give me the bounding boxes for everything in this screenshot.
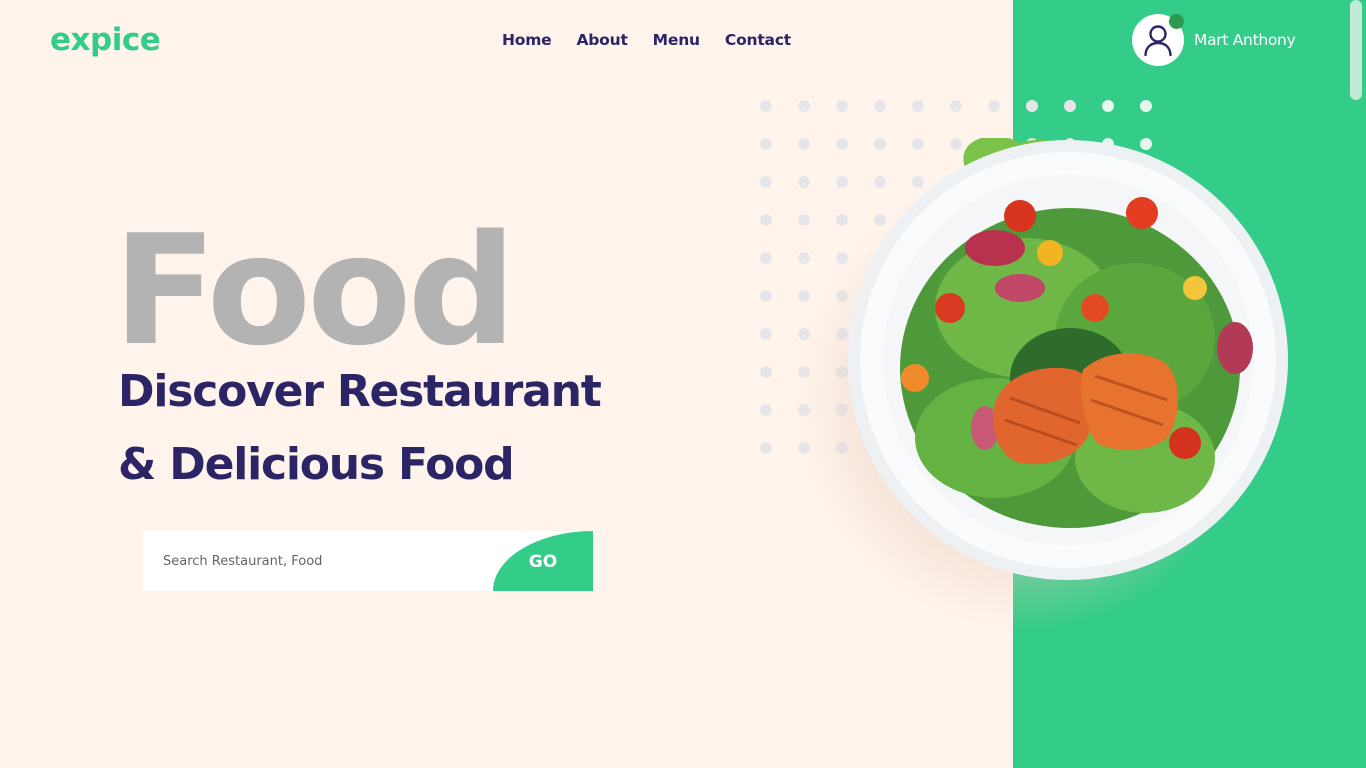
grid-dot [760, 252, 772, 264]
nav-about[interactable]: About [576, 31, 627, 49]
main-nav: Home About Menu Contact [502, 31, 791, 49]
salad-greens [900, 208, 1240, 528]
grid-dot [912, 100, 924, 112]
grid-dot [760, 366, 772, 378]
grid-dot [760, 442, 772, 454]
grid-dot [1102, 100, 1114, 112]
nav-menu[interactable]: Menu [653, 31, 700, 49]
grid-dot [760, 404, 772, 416]
grid-dot [760, 290, 772, 302]
salad-plate-image [848, 138, 1288, 580]
hero-big-word: Food [113, 202, 516, 379]
nav-contact[interactable]: Contact [725, 31, 791, 49]
user-name: Mart Anthony [1194, 31, 1296, 49]
go-button[interactable]: GO [493, 531, 593, 591]
grid-dot [1026, 100, 1038, 112]
hero-heading-line2: & Delicious Food [118, 439, 515, 490]
scrollbar-thumb[interactable] [1350, 0, 1362, 100]
brand-logo[interactable]: expice [50, 22, 161, 58]
grid-dot [798, 252, 810, 264]
user-profile[interactable]: Mart Anthony [1132, 14, 1296, 66]
avatar[interactable] [1132, 14, 1184, 66]
grid-dot [798, 176, 810, 188]
grid-dot [760, 214, 772, 226]
grid-dot [760, 176, 772, 188]
grid-dot [760, 138, 772, 150]
grid-dot [798, 290, 810, 302]
search-input[interactable] [163, 531, 483, 591]
search-bar: GO [143, 531, 593, 591]
grid-dot [874, 100, 886, 112]
grid-dot [760, 100, 772, 112]
hero-heading-line1: Discover Restaurant [118, 366, 602, 417]
grid-dot [1064, 100, 1076, 112]
grid-dot [798, 138, 810, 150]
nav-home[interactable]: Home [502, 31, 552, 49]
grid-dot [1140, 100, 1152, 112]
grid-dot [988, 100, 1000, 112]
grid-dot [950, 100, 962, 112]
grid-dot [798, 214, 810, 226]
user-icon [1144, 25, 1172, 56]
grid-dot [836, 100, 848, 112]
grid-dot [798, 100, 810, 112]
grid-dot [760, 328, 772, 340]
online-status-dot [1169, 14, 1184, 29]
